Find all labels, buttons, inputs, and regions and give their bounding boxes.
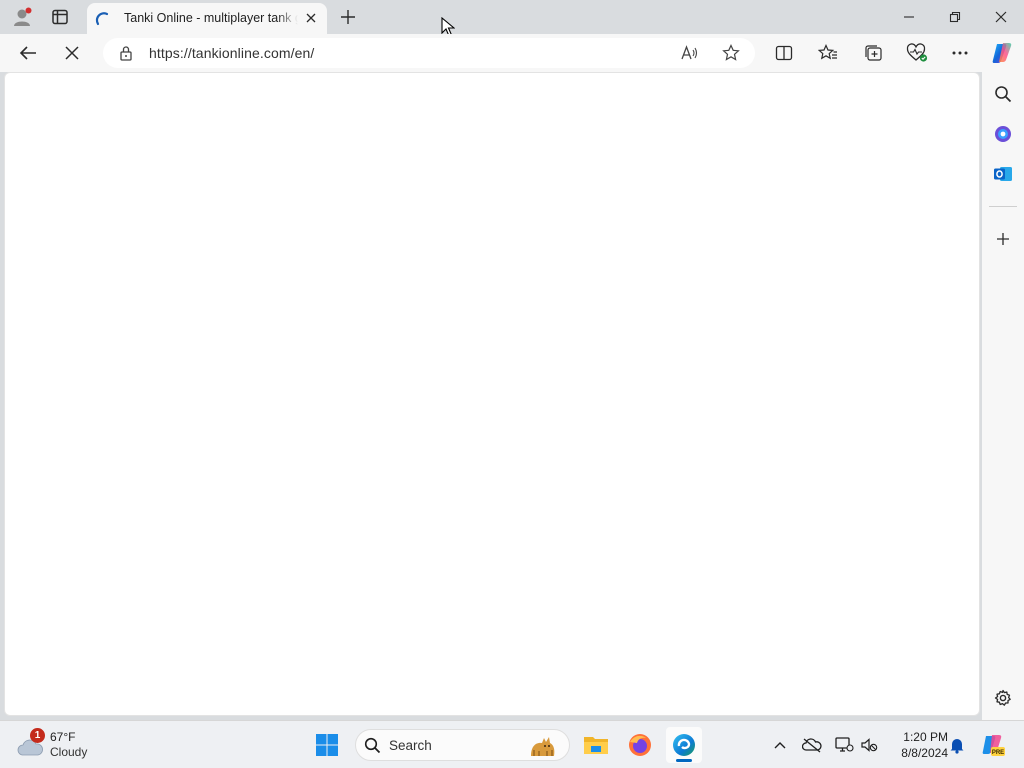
windows-taskbar: 1 67°F Cloudy Search 1:20 PM 8/8/2024 PR… — [0, 720, 1024, 768]
active-app-indicator — [676, 759, 692, 762]
navigation-toolbar: https://tankionline.com/en/ — [0, 34, 1024, 72]
tab-close-button[interactable] — [303, 10, 319, 26]
stop-loading-button[interactable] — [57, 38, 87, 68]
weather-condition: Cloudy — [50, 745, 88, 759]
copilot-button[interactable] — [987, 38, 1017, 68]
taskbar-firefox[interactable] — [622, 727, 658, 763]
restore-icon — [949, 11, 961, 23]
new-tab-button[interactable] — [334, 4, 362, 30]
loading-spinner-icon — [95, 12, 109, 26]
volume-tray-button[interactable] — [857, 733, 881, 757]
active-tab[interactable]: Tanki Online - multiplayer tank game — [87, 3, 327, 34]
close-icon — [995, 11, 1007, 23]
weather-temperature: 67°F — [50, 730, 76, 744]
search-highlight-cat-icon — [531, 737, 555, 756]
plus-icon — [341, 10, 355, 24]
site-info-button[interactable] — [115, 42, 137, 64]
sidebar-copilot-button[interactable] — [989, 120, 1017, 148]
start-button[interactable] — [309, 727, 345, 763]
edge-sidebar — [982, 72, 1024, 720]
show-hidden-icons-button[interactable] — [768, 733, 792, 757]
copilot-icon — [992, 43, 1012, 63]
search-icon — [995, 86, 1012, 103]
minimize-icon — [904, 16, 914, 18]
star-icon — [722, 44, 740, 61]
browser-essentials-button[interactable] — [902, 38, 932, 68]
heart-pulse-icon — [906, 43, 928, 62]
chevron-up-icon — [774, 742, 786, 749]
tab-strip: Tanki Online - multiplayer tank game — [0, 0, 1024, 37]
notification-bell-icon — [950, 739, 964, 754]
clock-date: 8/8/2024 — [901, 746, 948, 760]
settings-icon — [994, 689, 1011, 706]
taskbar-search-box[interactable]: Search — [355, 729, 570, 761]
url-text: https://tankionline.com/en/ — [149, 45, 315, 61]
back-arrow-icon — [19, 46, 36, 60]
split-screen-button[interactable] — [769, 38, 799, 68]
firefox-icon — [629, 734, 651, 756]
copilot-pre-icon: PRE — [982, 735, 1005, 756]
address-bar[interactable]: https://tankionline.com/en/ — [103, 38, 755, 68]
network-display-icon — [835, 737, 854, 752]
restore-button[interactable] — [932, 0, 978, 34]
sidebar-outlook-button[interactable] — [989, 160, 1017, 188]
sidebar-divider — [989, 206, 1017, 207]
copilot-app-icon — [995, 126, 1011, 142]
taskbar-file-explorer[interactable] — [578, 727, 614, 763]
favorite-button[interactable] — [720, 42, 742, 64]
add-icon — [997, 233, 1009, 245]
taskbar-copilot-button[interactable]: PRE — [978, 733, 1008, 757]
sidebar-settings-button[interactable] — [989, 684, 1017, 712]
network-tray-button[interactable] — [832, 733, 856, 757]
windows-start-icon — [316, 734, 338, 756]
weather-widget[interactable]: 1 67°F Cloudy — [14, 727, 124, 763]
file-explorer-icon — [584, 737, 608, 754]
close-window-button[interactable] — [978, 0, 1024, 34]
favorites-icon — [818, 44, 837, 60]
back-button[interactable] — [13, 38, 43, 68]
stop-loading-icon — [65, 46, 79, 60]
collections-button[interactable] — [858, 38, 888, 68]
clock-time: 1:20 PM — [903, 730, 948, 744]
tab-title: Tanki Online - multiplayer tank game — [124, 11, 298, 25]
web-page-content[interactable] — [4, 72, 980, 716]
onedrive-offline-icon — [802, 738, 822, 753]
profile-button[interactable] — [8, 4, 36, 30]
more-button[interactable] — [945, 38, 975, 68]
collections-icon — [865, 45, 882, 61]
weather-alert-badge: 1 — [30, 728, 45, 743]
more-icon — [952, 51, 968, 55]
notifications-button[interactable] — [945, 733, 969, 757]
read-aloud-icon — [681, 45, 698, 60]
tab-actions-button[interactable] — [46, 4, 74, 30]
profile-icon — [14, 7, 32, 26]
close-icon — [306, 13, 316, 23]
volume-muted-icon — [861, 738, 878, 752]
favorites-button[interactable] — [813, 38, 843, 68]
split-screen-icon — [775, 45, 793, 61]
sidebar-add-button[interactable] — [989, 225, 1017, 253]
onedrive-tray-button[interactable] — [800, 733, 824, 757]
system-clock[interactable]: 1:20 PM 8/8/2024 — [884, 729, 948, 761]
edge-icon — [673, 734, 695, 756]
tab-actions-icon — [52, 9, 68, 25]
outlook-icon — [994, 167, 1012, 181]
sidebar-search-button[interactable] — [989, 80, 1017, 108]
read-aloud-button[interactable] — [679, 42, 701, 64]
svg-text:PRE: PRE — [992, 750, 1004, 756]
search-placeholder: Search — [389, 738, 432, 753]
taskbar-edge[interactable] — [666, 727, 702, 763]
search-icon — [364, 737, 381, 754]
lock-icon — [120, 46, 132, 61]
minimize-button[interactable] — [886, 0, 932, 34]
